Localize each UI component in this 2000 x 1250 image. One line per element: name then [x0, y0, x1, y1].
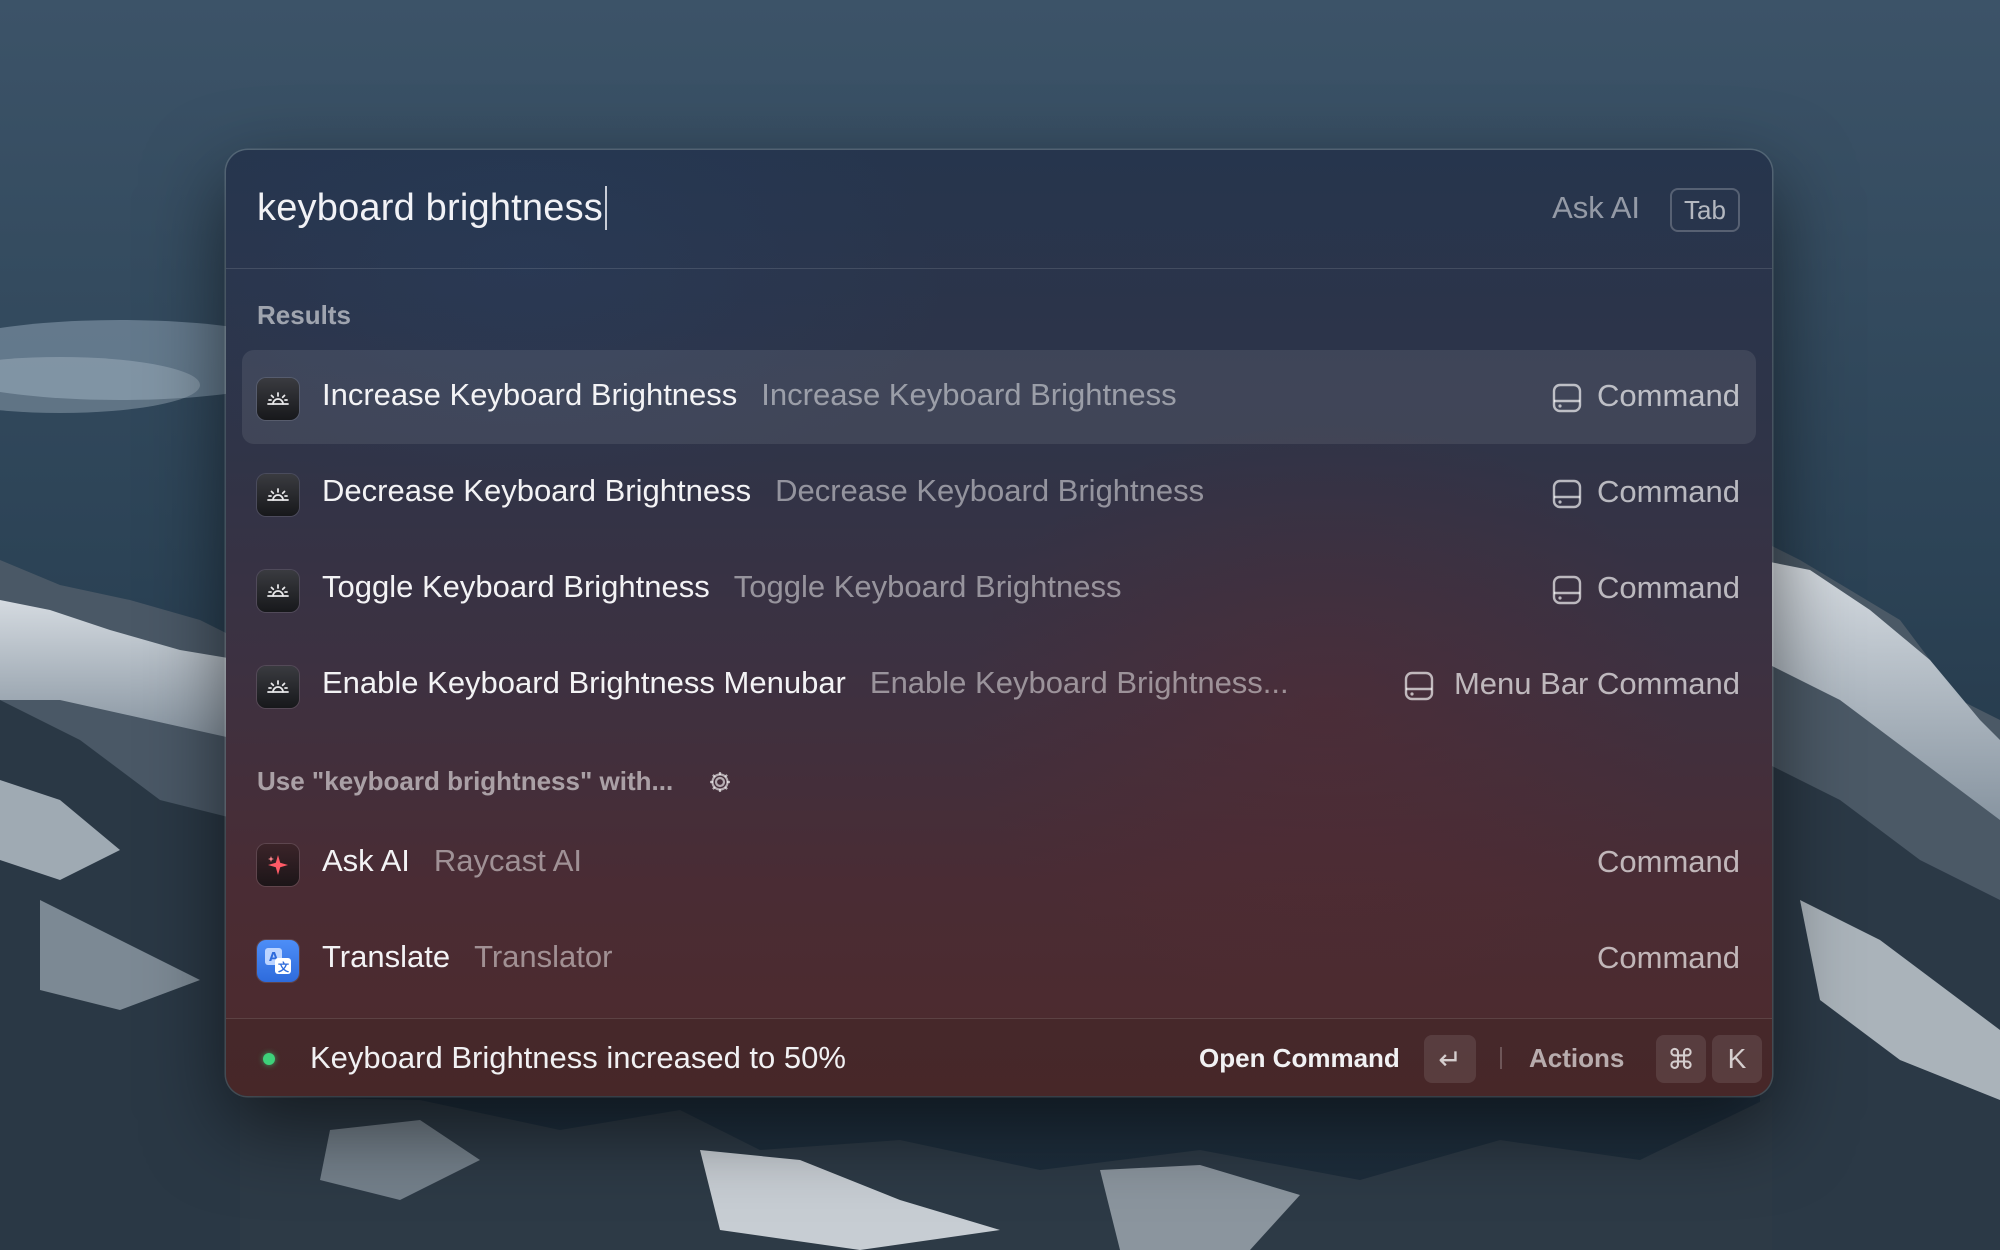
- fallback-item-translate[interactable]: A 文 Translate Translator Command: [242, 912, 1756, 1006]
- search-query[interactable]: keyboard brightness: [257, 187, 603, 230]
- results-section-header: Results: [257, 300, 351, 330]
- k-key-hint: K: [1712, 1035, 1762, 1083]
- footer-divider: [1500, 1047, 1502, 1069]
- result-subtitle: Raycast AI: [433, 843, 583, 878]
- sparkle-icon: [257, 844, 299, 886]
- text-caret: [605, 186, 608, 230]
- status-indicator: [263, 1053, 275, 1065]
- footer-bar: Keyboard Brightness increased to 50% Ope…: [226, 1018, 1772, 1096]
- fallback-item-ask-ai[interactable]: Ask AI Raycast AI Command: [242, 816, 1756, 910]
- drive-icon: [1552, 383, 1582, 413]
- actions-button[interactable]: Actions: [1529, 1043, 1624, 1074]
- open-command-button[interactable]: Open Command: [1199, 1043, 1400, 1074]
- drive-icon: [1404, 671, 1434, 701]
- result-type: Command: [1597, 844, 1740, 879]
- result-title: Decrease Keyboard Brightness: [322, 473, 752, 508]
- result-item-enable-keyboard-brightness-menubar[interactable]: Enable Keyboard Brightness Menubar Enabl…: [242, 638, 1756, 732]
- return-key-hint: ↵: [1424, 1035, 1476, 1083]
- result-title: Toggle Keyboard Brightness: [322, 569, 710, 604]
- result-subtitle: Decrease Keyboard Brightness: [775, 473, 1205, 508]
- result-type: Command: [1597, 474, 1740, 509]
- result-subtitle: Translator: [474, 939, 613, 974]
- translate-icon: A 文: [257, 940, 299, 982]
- status-message: Keyboard Brightness increased to 50%: [310, 1040, 846, 1075]
- result-title: Enable Keyboard Brightness Menubar: [322, 665, 846, 700]
- keyboard-brightness-icon: [257, 570, 299, 612]
- result-type: Command: [1597, 378, 1740, 413]
- keyboard-brightness-icon: [257, 474, 299, 516]
- search-input[interactable]: keyboard brightness: [257, 186, 608, 230]
- command-key-hint: ⌘: [1656, 1035, 1706, 1083]
- result-type: Command: [1597, 570, 1740, 605]
- fallback-section-header: Use "keyboard brightness" with...: [257, 766, 733, 797]
- fallback-header-label: Use "keyboard brightness" with...: [257, 766, 674, 796]
- ask-ai-hint[interactable]: Ask AI: [1552, 190, 1640, 226]
- search-bar: keyboard brightness Ask AI Tab: [226, 150, 1772, 269]
- tab-key-hint: Tab: [1670, 188, 1740, 232]
- result-subtitle: Toggle Keyboard Brightness: [733, 569, 1122, 604]
- result-item-increase-keyboard-brightness[interactable]: Increase Keyboard Brightness Increase Ke…: [242, 350, 1756, 444]
- drive-icon: [1552, 575, 1582, 605]
- keyboard-brightness-icon: [257, 378, 299, 420]
- svg-text:文: 文: [278, 960, 290, 974]
- result-subtitle: Enable Keyboard Brightness...: [869, 665, 1289, 700]
- result-title: Ask AI: [322, 843, 410, 878]
- result-title: Translate: [322, 939, 451, 974]
- result-title: Increase Keyboard Brightness: [322, 377, 738, 412]
- drive-icon: [1552, 479, 1582, 509]
- gear-icon[interactable]: [707, 769, 733, 795]
- result-item-decrease-keyboard-brightness[interactable]: Decrease Keyboard Brightness Decrease Ke…: [242, 446, 1756, 540]
- result-subtitle: Increase Keyboard Brightness: [761, 377, 1177, 412]
- keyboard-brightness-icon: [257, 666, 299, 708]
- launcher-window: keyboard brightness Ask AI Tab Results I…: [226, 150, 1772, 1096]
- result-type: Menu Bar Command: [1453, 666, 1740, 701]
- result-type: Command: [1597, 940, 1740, 975]
- result-item-toggle-keyboard-brightness[interactable]: Toggle Keyboard Brightness Toggle Keyboa…: [242, 542, 1756, 636]
